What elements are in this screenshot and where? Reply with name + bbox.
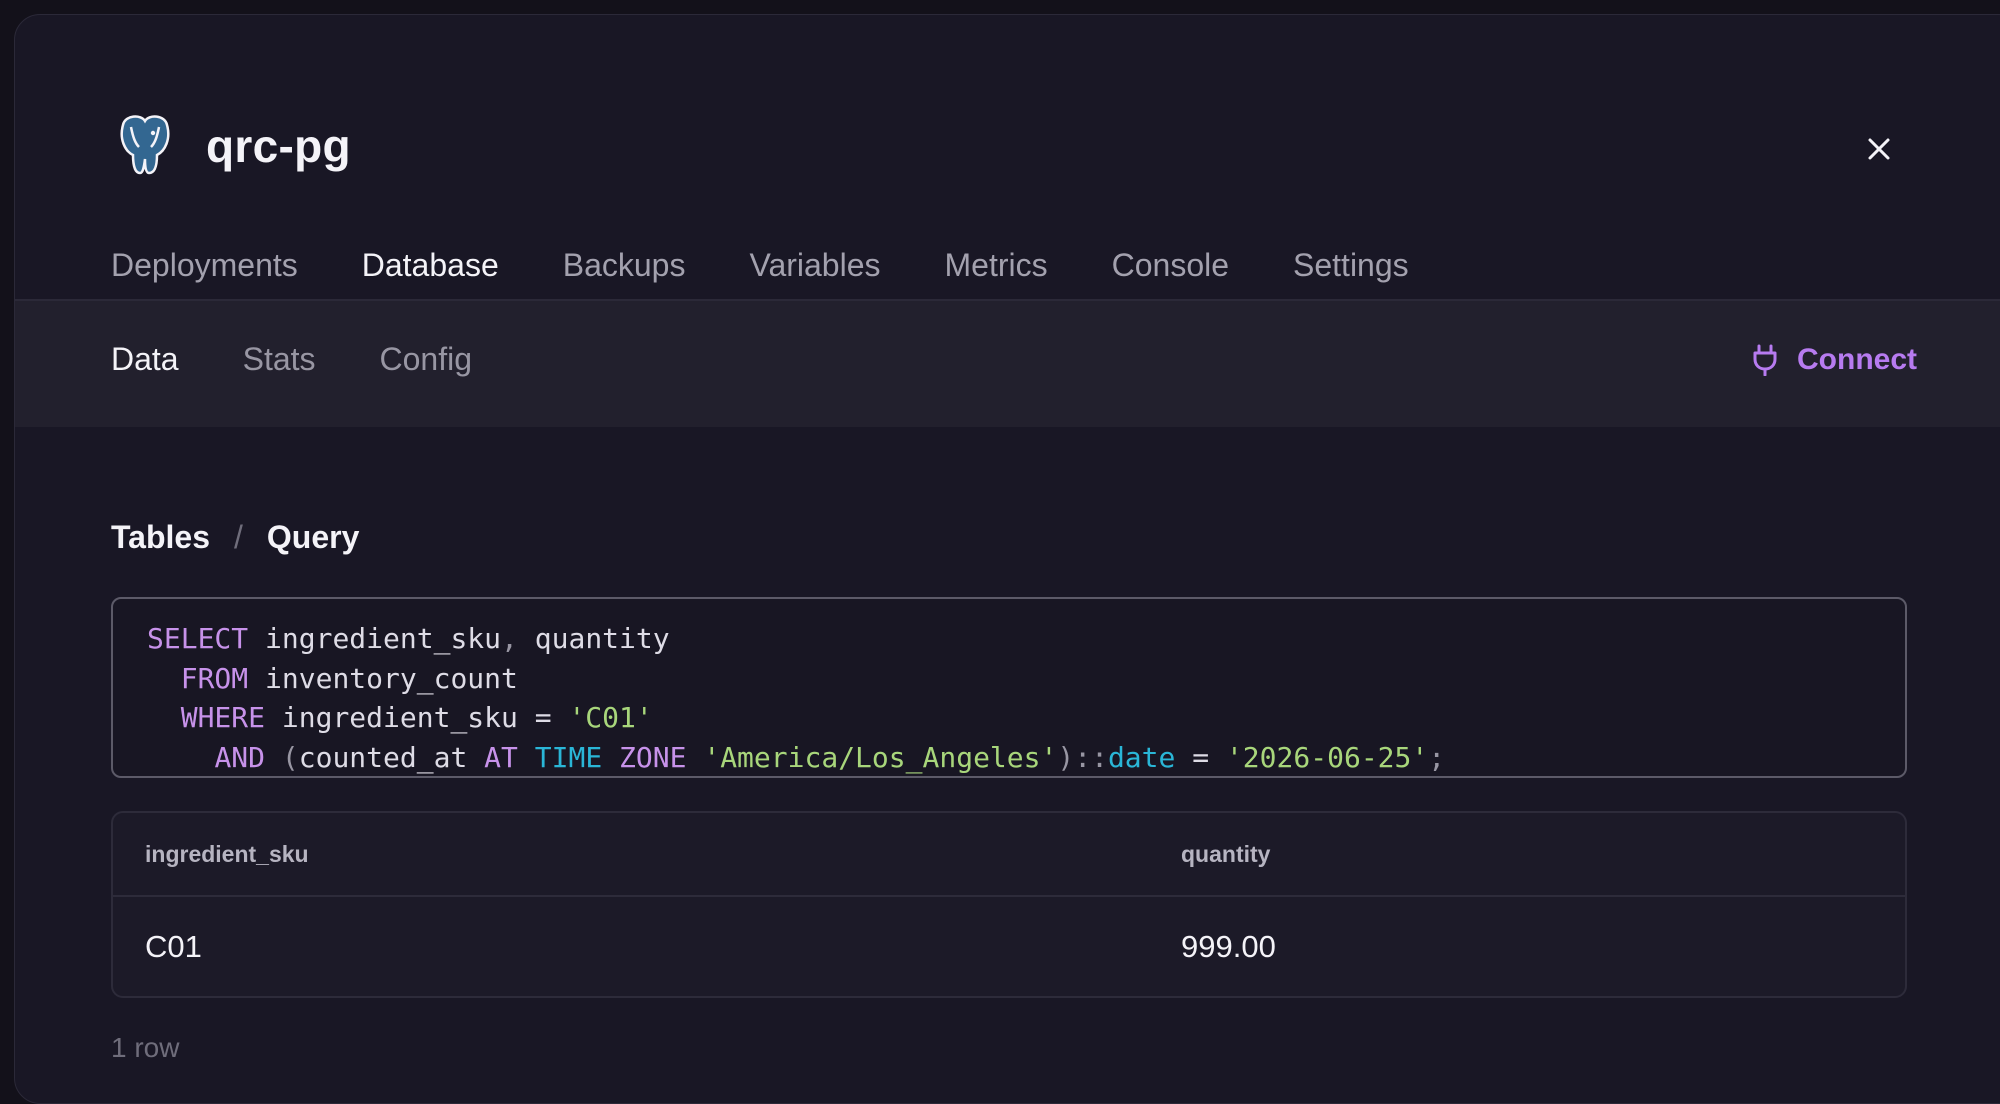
sql-query-editor[interactable]: SELECT ingredient_sku, quantity FROM inv…	[111, 597, 1907, 778]
row-count: 1 row	[111, 1032, 180, 1063]
service-title: qrc-pg	[206, 120, 351, 172]
column-header-ingredient-sku: ingredient_sku	[145, 840, 309, 867]
connect-button[interactable]: Connect	[1751, 343, 1917, 377]
service-header: qrc-pg Deployments Database Backups Vari…	[15, 15, 2000, 312]
subtabs: Data Stats Config	[111, 341, 536, 378]
subtab-data[interactable]: Data	[111, 341, 179, 378]
breadcrumb: Tables / Query	[111, 519, 359, 556]
results-table: ingredient_sku quantity C01 999.00	[111, 811, 1907, 998]
postgres-elephant-icon	[120, 115, 170, 175]
table-row[interactable]: C01 999.00	[113, 897, 1905, 996]
column-header-quantity: quantity	[1181, 840, 1271, 867]
breadcrumb-tables[interactable]: Tables	[111, 519, 210, 556]
close-icon[interactable]	[1861, 131, 1897, 167]
plug-icon	[1753, 344, 1777, 376]
subtab-config[interactable]: Config	[380, 341, 473, 378]
breadcrumb-separator: /	[234, 519, 243, 555]
connect-label: Connect	[1797, 343, 1917, 376]
breadcrumb-query: Query	[266, 519, 360, 555]
database-subnav: Data Stats Config Connect	[15, 301, 2000, 427]
service-panel: qrc-pg Deployments Database Backups Vari…	[14, 14, 2000, 1104]
subtab-stats[interactable]: Stats	[243, 341, 316, 378]
cell-ingredient-sku: C01	[145, 928, 202, 964]
cell-quantity: 999.00	[1181, 928, 1276, 964]
table-header: ingredient_sku quantity	[113, 813, 1905, 897]
